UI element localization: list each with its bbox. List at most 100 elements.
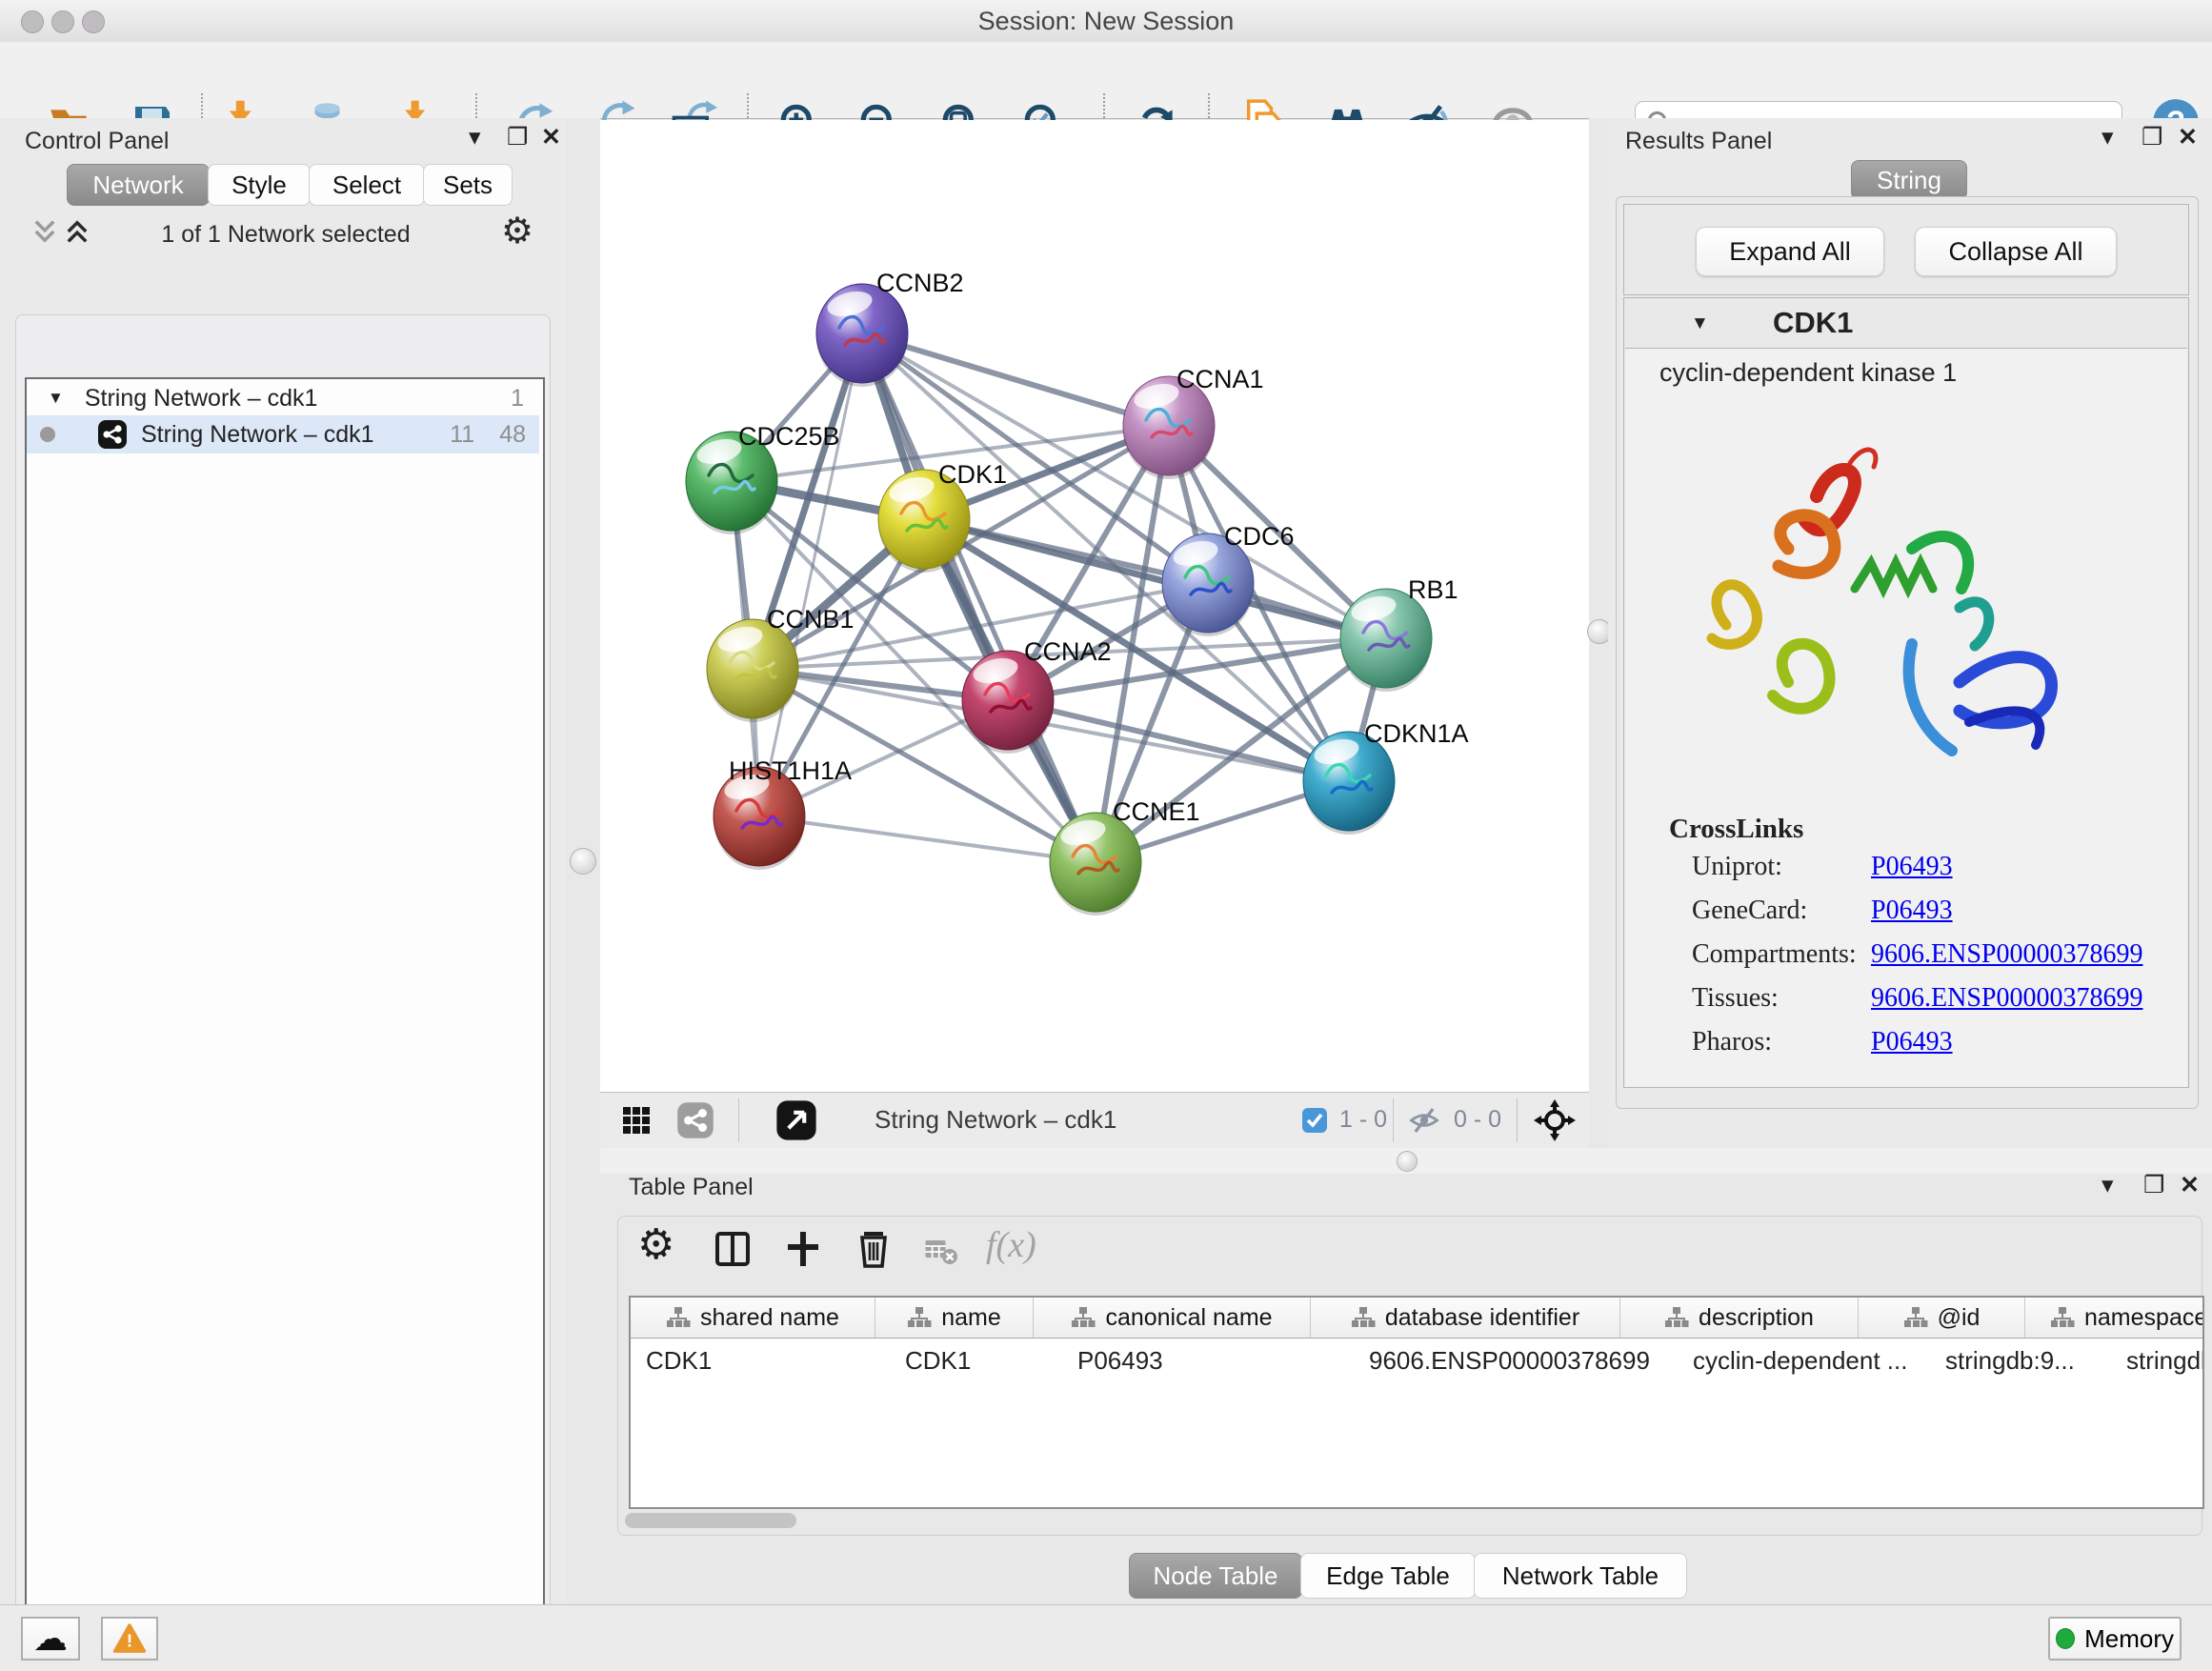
control-panel-title: Control Panel: [25, 128, 169, 155]
selected-counts: 1 - 0: [1339, 1106, 1387, 1134]
table-gear-icon[interactable]: ⚙: [637, 1220, 674, 1269]
tree-caret-icon[interactable]: ▼: [48, 389, 64, 408]
close-panel-icon[interactable]: ✕: [541, 124, 561, 151]
crosslink-value[interactable]: 9606.ENSP00000378699: [1871, 939, 2142, 970]
crosslink-value[interactable]: P06493: [1871, 1027, 1953, 1057]
network-edge[interactable]: [862, 333, 1096, 862]
collapse-panel-icon[interactable]: ▾: [2101, 124, 2114, 151]
section-caret-icon[interactable]: ▼: [1691, 313, 1709, 334]
tab-select[interactable]: Select: [309, 164, 425, 206]
network-view-icon[interactable]: [676, 1101, 714, 1139]
titlebar: Session: New Session: [0, 0, 2212, 43]
float-panel-icon[interactable]: ❐: [2143, 1172, 2164, 1198]
collection-name: String Network – cdk1: [85, 385, 318, 413]
collapse-panel-icon[interactable]: ▾: [469, 124, 481, 151]
left-splitter[interactable]: [566, 118, 600, 1604]
sitemap-icon: [1903, 1306, 1928, 1329]
gene-symbol: CDK1: [1773, 306, 1853, 340]
network-node-label: CDC25B: [738, 422, 840, 451]
tab-network[interactable]: Network: [67, 164, 210, 206]
close-panel-icon[interactable]: ✕: [2180, 1172, 2200, 1198]
gene-description: cyclin-dependent kinase 1: [1659, 358, 1957, 388]
tab-sets[interactable]: Sets: [423, 164, 513, 206]
cloud-button[interactable]: ☁: [21, 1617, 80, 1661]
results-panel-title: Results Panel: [1625, 128, 1772, 155]
detach-view-icon[interactable]: [775, 1099, 817, 1141]
results-panel: Results Panel ▾ ❐ ✕ String Expand All Co…: [1608, 118, 2212, 1148]
network-canvas[interactable]: CCNB2CCNA1CDC25BCDK1CDC6RB1CCNB1CCNA2CDK…: [600, 120, 1589, 1092]
float-panel-icon[interactable]: ❐: [2142, 124, 2162, 151]
function-builder-icon: f(x): [986, 1224, 1036, 1266]
gene-section: ▼ CDK1 cyclin-dependent kinase 1: [1623, 297, 2189, 1088]
collapse-panel-icon[interactable]: ▾: [2101, 1172, 2114, 1198]
show-columns-icon[interactable]: [714, 1230, 752, 1268]
splitter-handle[interactable]: [570, 848, 596, 875]
column-header[interactable]: canonical name: [1034, 1298, 1311, 1338]
sitemap-icon: [907, 1306, 932, 1329]
protein-structure-image: [1669, 406, 2079, 815]
column-header[interactable]: description: [1620, 1298, 1859, 1338]
crosslink-value[interactable]: P06493: [1871, 896, 1953, 926]
add-column-icon[interactable]: [784, 1230, 822, 1268]
column-header[interactable]: database identifier: [1311, 1298, 1620, 1338]
tab-network-table[interactable]: Network Table: [1474, 1553, 1687, 1599]
expand-all-button[interactable]: Expand All: [1696, 227, 1884, 276]
column-header[interactable]: namespace: [2025, 1298, 2204, 1338]
right-splitter[interactable]: [1589, 118, 1608, 1148]
network-status-dot: [40, 427, 55, 442]
collection-count: 1: [511, 385, 524, 413]
warnings-button[interactable]: !: [101, 1617, 158, 1661]
hidden-eye-icon: [1408, 1104, 1440, 1137]
grid-view-icon[interactable]: [621, 1105, 652, 1136]
network-selection-status: 1 of 1 Network selected: [95, 221, 476, 249]
network-node-label: CDK1: [938, 460, 1007, 489]
expand-all-networks-icon[interactable]: [63, 217, 91, 246]
tab-style[interactable]: Style: [208, 164, 311, 206]
network-edge[interactable]: [862, 333, 1169, 426]
tab-node-table[interactable]: Node Table: [1129, 1553, 1302, 1599]
tab-string[interactable]: String: [1851, 160, 1967, 200]
sitemap-icon: [1351, 1306, 1376, 1329]
memory-button[interactable]: Memory: [2048, 1617, 2182, 1661]
network-edge[interactable]: [759, 816, 1096, 862]
node-table: shared name name canonical name database…: [629, 1296, 2204, 1509]
network-row-selected[interactable]: String Network – cdk1 11 48: [27, 415, 539, 453]
birdseye-crosshair-icon[interactable]: [1532, 1097, 1578, 1143]
column-header[interactable]: @id: [1859, 1298, 2025, 1338]
network-collection-row[interactable]: ▼ String Network – cdk1 1: [27, 381, 539, 415]
delete-table-icon[interactable]: [923, 1238, 957, 1266]
collapse-all-button[interactable]: Collapse All: [1915, 227, 2117, 276]
network-node[interactable]: [1340, 589, 1432, 692]
current-network-name: String Network – cdk1: [875, 1105, 1116, 1135]
close-panel-icon[interactable]: ✕: [2178, 124, 2198, 151]
string-network-icon: [97, 419, 128, 450]
network-node[interactable]: [962, 651, 1054, 754]
table-header: shared name name canonical name database…: [631, 1298, 2202, 1339]
float-panel-icon[interactable]: ❐: [507, 124, 528, 151]
network-node[interactable]: [1050, 813, 1141, 916]
crosslink-value[interactable]: P06493: [1871, 852, 1953, 882]
column-header[interactable]: name: [875, 1298, 1034, 1338]
network-name: String Network – cdk1: [141, 421, 374, 449]
network-node[interactable]: [707, 619, 798, 722]
divider: [1393, 1098, 1394, 1142]
network-edge[interactable]: [924, 519, 1386, 638]
crosslink-value[interactable]: 9606.ENSP00000378699: [1871, 983, 2142, 1014]
collapse-all-networks-icon[interactable]: [30, 217, 59, 246]
network-view-toolbar: String Network – cdk1 1 - 0 0 - 0: [600, 1092, 1589, 1149]
divider: [738, 1098, 739, 1142]
crosslink-label: Compartments:: [1692, 939, 1857, 970]
cytoscape-window: Session: New Session: [0, 0, 2212, 1671]
warning-icon: !: [112, 1623, 147, 1654]
delete-column-icon[interactable]: [855, 1230, 893, 1268]
network-node-label: CDKN1A: [1364, 719, 1469, 748]
selected-checkbox-icon[interactable]: [1301, 1107, 1328, 1134]
column-header[interactable]: shared name: [631, 1298, 875, 1338]
hidden-counts: 0 - 0: [1454, 1106, 1501, 1134]
horizontal-scrollbar-thumb[interactable]: [625, 1513, 796, 1528]
table-row[interactable]: CDK1 CDK1 P06493 9606.ENSP00000378699 cy…: [631, 1339, 2202, 1382]
crosslinks-heading: CrossLinks: [1669, 814, 1803, 845]
network-options-gear-icon[interactable]: ⚙: [501, 210, 533, 252]
tab-edge-table[interactable]: Edge Table: [1300, 1553, 1476, 1599]
network-node[interactable]: [816, 284, 908, 387]
